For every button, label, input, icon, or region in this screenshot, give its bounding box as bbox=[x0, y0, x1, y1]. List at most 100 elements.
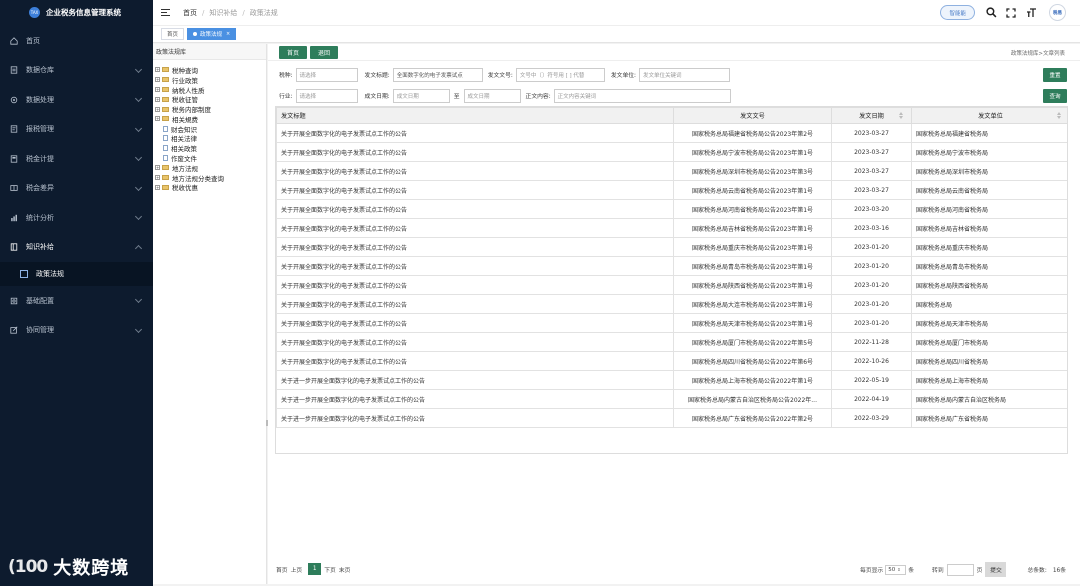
expand-icon[interactable]: + bbox=[155, 77, 160, 83]
table-row[interactable]: 关于开展全面数字化的电子发票试点工作的公告 国家税务总局四川省税务局公告2022年… bbox=[276, 351, 1067, 371]
goto-page-input[interactable] bbox=[946, 563, 974, 576]
tree-node[interactable]: + 纳税人性质 bbox=[155, 85, 266, 95]
date-to-input[interactable]: 成文日期 bbox=[463, 88, 521, 103]
table-row[interactable]: 关于开展全面数字化的电子发票试点工作的公告 国家税务总局宁波市税务局公告2023年… bbox=[276, 142, 1067, 162]
sidebar-item-tax-accounting-diff[interactable]: 税会差异 bbox=[0, 174, 153, 204]
cell-title[interactable]: 关于开展全面数字化的电子发票试点工作的公告 bbox=[276, 142, 674, 162]
cell-title[interactable]: 关于开展全面数字化的电子发票试点工作的公告 bbox=[276, 237, 674, 257]
sidebar-item-base-config[interactable]: 基础配置 bbox=[0, 286, 153, 316]
tree-node[interactable]: + 地方法规分类查询 bbox=[155, 173, 266, 183]
column-header-docno[interactable]: 发文文号 bbox=[673, 107, 832, 124]
cell-title[interactable]: 关于开展全面数字化的电子发票试点工作的公告 bbox=[276, 351, 674, 371]
table-row[interactable]: 关于开展全面数字化的电子发票试点工作的公告 国家税务总局天津市税务局公告2023年… bbox=[276, 313, 1067, 333]
per-page-select[interactable]: 50 ⇕ bbox=[885, 564, 907, 575]
table-row[interactable]: 关于开展全面数字化的电子发票试点工作的公告 国家税务总局河南省税务局公告2023年… bbox=[276, 199, 1067, 219]
close-icon[interactable]: × bbox=[226, 31, 230, 37]
expand-icon[interactable]: + bbox=[155, 184, 160, 190]
pager-next[interactable]: 下页 bbox=[324, 565, 336, 574]
avatar[interactable]: 税易 bbox=[1049, 4, 1066, 21]
pager-current-page[interactable]: 1 bbox=[308, 563, 322, 575]
expand-icon[interactable]: + bbox=[155, 165, 160, 171]
tree-node[interactable]: + 地方法规 bbox=[155, 163, 266, 173]
tree-node[interactable]: 相关法律 bbox=[155, 134, 266, 143]
breadcrumb-home[interactable]: 首页 bbox=[183, 8, 197, 18]
table-row[interactable]: 关于进一步开展全面数字化的电子发票试点工作的公告 国家税务总局内蒙古自治区税务局公… bbox=[276, 389, 1067, 409]
tax-select[interactable]: 请选择 bbox=[295, 67, 358, 82]
cell-title[interactable]: 关于开展全面数字化的电子发票试点工作的公告 bbox=[276, 332, 674, 352]
table-row[interactable]: 关于开展全面数字化的电子发票试点工作的公告 国家税务总局青岛市税务局公告2023年… bbox=[276, 256, 1067, 276]
tree-node[interactable]: 财会知识 bbox=[155, 124, 266, 134]
sidebar-item-data-processing[interactable]: 数据处理 bbox=[0, 85, 153, 115]
table-row[interactable]: 关于进一步开展全面数字化的电子发票试点工作的公告 国家税务总局上海市税务局公告20… bbox=[276, 370, 1067, 390]
search-icon[interactable] bbox=[985, 7, 997, 19]
tree-node[interactable]: + 行业政策 bbox=[155, 75, 266, 85]
goto-submit-button[interactable]: 提交 bbox=[985, 562, 1007, 577]
table-row[interactable]: 关于进一步开展全面数字化的电子发票试点工作的公告 国家税务总局广东省税务局公告20… bbox=[276, 408, 1067, 428]
breadcrumb-knowledge[interactable]: 知识补给 bbox=[209, 8, 237, 18]
cell-title[interactable]: 关于开展全面数字化的电子发票试点工作的公告 bbox=[276, 123, 674, 143]
cell-title[interactable]: 关于开展全面数字化的电子发票试点工作的公告 bbox=[276, 218, 674, 238]
table-row[interactable]: 关于开展全面数字化的电子发票试点工作的公告 国家税务总局陕西省税务局公告2023年… bbox=[276, 275, 1067, 295]
title-input[interactable]: 全面数字化的电子发票试点 bbox=[392, 67, 483, 82]
column-header-issuer[interactable]: 发文单位 bbox=[911, 107, 1067, 124]
sort-icon[interactable] bbox=[899, 112, 904, 120]
sort-icon[interactable] bbox=[1057, 112, 1062, 120]
column-header-title[interactable]: 发文标题 bbox=[276, 107, 674, 124]
expand-icon[interactable]: + bbox=[155, 96, 160, 102]
cell-title[interactable]: 关于开展全面数字化的电子发票试点工作的公告 bbox=[276, 275, 674, 295]
sidebar-item-tax-accrual[interactable]: 税金计提 bbox=[0, 144, 153, 174]
tree-node[interactable]: 相关政策 bbox=[155, 143, 266, 153]
cell-title[interactable]: 关于进一步开展全面数字化的电子发票试点工作的公告 bbox=[276, 370, 674, 390]
sidebar-item-collaboration[interactable]: 协同管理 bbox=[0, 316, 153, 346]
table-row[interactable]: 关于开展全面数字化的电子发票试点工作的公告 国家税务总局福建省税务局公告2023年… bbox=[276, 123, 1067, 143]
tree-node[interactable]: + 税种查询 bbox=[155, 65, 266, 75]
cell-title[interactable]: 关于开展全面数字化的电子发票试点工作的公告 bbox=[276, 256, 674, 276]
fullscreen-icon[interactable] bbox=[1005, 7, 1017, 19]
table-row[interactable]: 关于开展全面数字化的电子发票试点工作的公告 国家税务总局大连市税务局公告2023年… bbox=[276, 294, 1067, 314]
table-row[interactable]: 关于开展全面数字化的电子发票试点工作的公告 国家税务总局重庆市税务局公告2023年… bbox=[276, 237, 1067, 257]
pager-last[interactable]: 末页 bbox=[339, 565, 351, 574]
tree-node[interactable]: + 税收优惠 bbox=[155, 183, 266, 192]
table-row[interactable]: 关于开展全面数字化的电子发票试点工作的公告 国家税务总局吉林省税务局公告2023年… bbox=[276, 218, 1067, 238]
expand-icon[interactable]: + bbox=[155, 67, 160, 73]
tree-node[interactable]: + 相关規费 bbox=[155, 114, 266, 124]
back-button[interactable]: 退回 bbox=[310, 45, 339, 59]
cell-title[interactable]: 关于开展全面数字化的电子发票试点工作的公告 bbox=[276, 313, 674, 333]
pager-first[interactable]: 首页 bbox=[276, 565, 288, 574]
cell-title[interactable]: 关于开展全面数字化的电子发票试点工作的公告 bbox=[276, 161, 674, 181]
cell-title[interactable]: 关于开展全面数字化的电子发票试点工作的公告 bbox=[276, 294, 674, 314]
sidebar-item-statistics[interactable]: 统计分析 bbox=[0, 203, 153, 233]
sidebar-item-home[interactable]: 首页 bbox=[0, 26, 153, 56]
industry-select[interactable]: 请选择 bbox=[295, 88, 358, 103]
expand-icon[interactable]: + bbox=[155, 116, 160, 122]
expand-icon[interactable]: + bbox=[155, 86, 160, 92]
date-from-input[interactable]: 成文日期 bbox=[392, 88, 450, 103]
tab-home[interactable]: 首页 bbox=[161, 28, 185, 40]
query-button[interactable]: 查询 bbox=[1043, 88, 1067, 103]
sidebar-subitem-policy[interactable]: 政策法规 bbox=[0, 262, 153, 286]
tab-policy[interactable]: 政策法规 × bbox=[187, 28, 237, 40]
pager-prev[interactable]: 上页 bbox=[291, 565, 303, 574]
cell-title[interactable]: 关于开展全面数字化的电子发票试点工作的公告 bbox=[276, 199, 674, 219]
table-row[interactable]: 关于开展全面数字化的电子发票试点工作的公告 国家税务总局厦门市税务局公告2022年… bbox=[276, 332, 1067, 352]
tree-node[interactable]: + 税收征管 bbox=[155, 94, 266, 104]
expand-icon[interactable]: + bbox=[155, 175, 160, 181]
column-header-date[interactable]: 发文日期 bbox=[831, 107, 912, 124]
tree-node[interactable]: + 税务内部制度 bbox=[155, 104, 266, 114]
sidebar-item-knowledge[interactable]: 知识补给 bbox=[0, 233, 153, 263]
smart-assistant-button[interactable]: 智能能 bbox=[940, 5, 975, 20]
cell-title[interactable]: 关于进一步开展全面数字化的电子发票试点工作的公告 bbox=[276, 408, 674, 428]
home-button[interactable]: 首页 bbox=[279, 45, 308, 59]
sidebar-item-tax-filing[interactable]: 报税管理 bbox=[0, 115, 153, 145]
table-row[interactable]: 关于开展全面数字化的电子发票试点工作的公告 国家税务总局深圳市税务局公告2023年… bbox=[276, 161, 1067, 181]
content-input[interactable]: 正文内容关键词 bbox=[553, 88, 731, 103]
expand-icon[interactable]: + bbox=[155, 106, 160, 112]
issuer-input[interactable]: 发文单位关键词 bbox=[639, 67, 731, 82]
docno-input[interactable]: 文号中〔〕符号用 [ ] 代替 bbox=[515, 67, 605, 82]
menu-toggle-icon[interactable] bbox=[161, 8, 171, 17]
tree-node[interactable]: 作废文件 bbox=[155, 153, 266, 163]
cell-title[interactable]: 关于开展全面数字化的电子发票试点工作的公告 bbox=[276, 180, 674, 200]
table-row[interactable]: 关于开展全面数字化的电子发票试点工作的公告 国家税务总局云南省税务局公告2023年… bbox=[276, 180, 1067, 200]
reset-button[interactable]: 重置 bbox=[1043, 67, 1067, 82]
font-size-icon[interactable] bbox=[1025, 7, 1037, 19]
